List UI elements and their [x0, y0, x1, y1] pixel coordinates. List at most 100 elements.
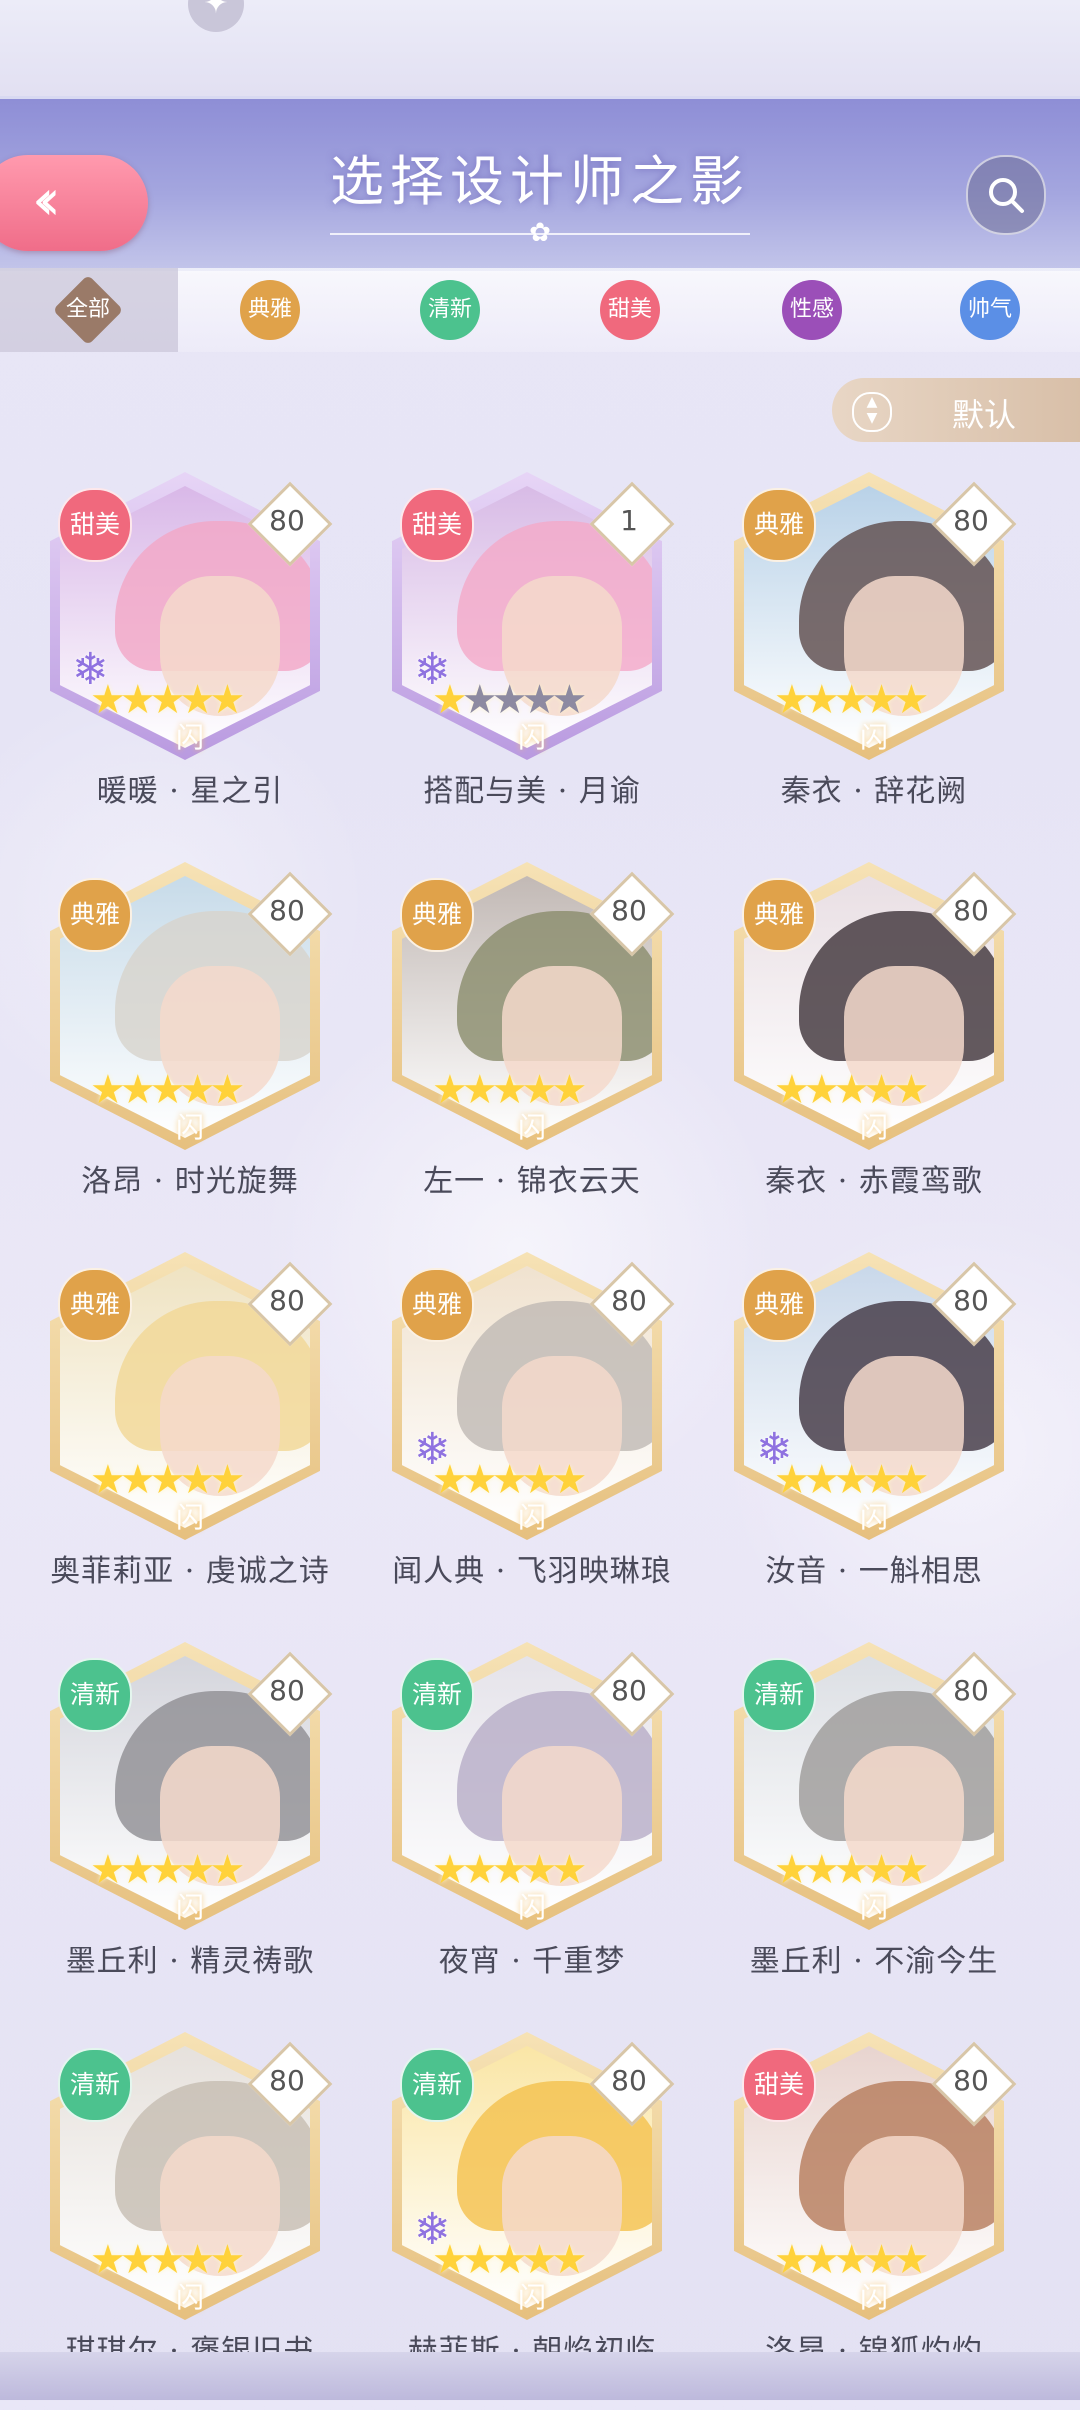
flash-mark: 闪: [859, 1501, 888, 1534]
star-icon: ★: [774, 1067, 810, 1113]
tab-label: 帅气: [967, 297, 1012, 322]
flash-mark: 闪: [175, 1111, 204, 1144]
star-rating: ★★★★★: [432, 1070, 672, 1110]
sort-button[interactable]: ▲ ▼ 默认: [832, 378, 1080, 442]
star-icon: ★: [119, 1067, 156, 1113]
style-badge: 典雅: [742, 1268, 816, 1342]
star-icon: ★: [119, 677, 156, 723]
flash-mark: 闪: [859, 2281, 888, 2314]
designer-card[interactable]: 典雅 80 ★★★★★ 闪奥菲莉亚 · 虔诚之诗: [20, 1240, 360, 1630]
filter-tabs: 全部 典雅 清新 甜美 性感 帅气: [0, 268, 1080, 352]
tab-label: 甜美: [607, 297, 652, 322]
bottom-bar: [0, 2352, 1080, 2400]
star-icon: ★: [461, 1847, 498, 1893]
star-rating: ★★★★★: [432, 2240, 672, 2280]
header: ‹‹ 选择设计师之影 ✿: [0, 96, 1080, 273]
level-badge: 80: [953, 2064, 989, 2097]
card-grid: 甜美 80 ❄ ★★★★★ 闪暖暖 · 星之引 甜美 1 ❄ ★★★★★ 闪搭配与美 · 月谕 典雅…: [0, 460, 1080, 2369]
star-icon: ★: [90, 2237, 126, 2283]
search-icon: [989, 178, 1024, 213]
tab-2[interactable]: 清新: [420, 280, 480, 340]
level-badge: 80: [269, 504, 305, 537]
star-rating: ★★★★★: [90, 2240, 330, 2280]
style-badge: 甜美: [742, 2048, 816, 2122]
card-name: 闻人典 · 飞羽映琳琅: [392, 1554, 672, 1589]
style-badge: 清新: [58, 1658, 132, 1732]
card-name: 搭配与美 · 月谕: [423, 774, 641, 809]
star-icon: ★: [119, 1847, 156, 1893]
designer-card[interactable]: 典雅 80 ★★★★★ 闪洛昂 · 时光旋舞: [20, 850, 360, 1240]
level-badge: 80: [611, 1674, 647, 1707]
puzzle-icon[interactable]: ✦: [188, 0, 244, 32]
sort-arrows-icon: ▲ ▼: [852, 392, 892, 432]
designer-card[interactable]: 典雅 80 ★★★★★ 闪左一 · 锦衣云天: [362, 850, 702, 1240]
card-name: 秦衣 · 赤霞鸾歌: [765, 1164, 983, 1199]
tab-label: 全部: [65, 297, 110, 322]
star-icon: ★: [119, 1457, 156, 1503]
star-icon: ★: [803, 1457, 840, 1503]
designer-card[interactable]: 甜美 1 ❄ ★★★★★ 闪搭配与美 · 月谕: [362, 460, 702, 850]
style-badge: 典雅: [58, 878, 132, 952]
star-icon: ★: [432, 677, 468, 723]
flash-mark: 闪: [859, 721, 888, 754]
star-rating: ★★★★★: [774, 2240, 1014, 2280]
tab-3[interactable]: 甜美: [600, 280, 660, 340]
tab-1[interactable]: 典雅: [240, 280, 300, 340]
designer-card[interactable]: 典雅 80 ★★★★★ 闪秦衣 · 赤霞鸾歌: [704, 850, 1044, 1240]
star-icon: ★: [803, 677, 840, 723]
designer-card[interactable]: 清新 80 ★★★★★ 闪夜宵 · 千重梦: [362, 1630, 702, 2020]
star-icon: ★: [432, 1067, 468, 1113]
tab-5[interactable]: 帅气: [960, 280, 1020, 340]
star-rating: ★★★★★: [774, 1850, 1014, 1890]
style-badge: 清新: [400, 2048, 474, 2122]
star-rating: ★★★★★: [90, 1070, 330, 1110]
card-name: 墨丘利 · 不渝今生: [749, 1944, 999, 1979]
designer-card[interactable]: 清新 80 ★★★★★ 闪墨丘利 · 精灵祷歌: [20, 1630, 360, 2020]
style-badge: 典雅: [58, 1268, 132, 1342]
level-badge: 80: [611, 1284, 647, 1317]
card-name: 暖暖 · 星之引: [96, 774, 284, 809]
star-rating: ★★★★★: [432, 1460, 672, 1500]
level-badge: 80: [953, 1284, 989, 1317]
style-badge: 典雅: [400, 1268, 474, 1342]
card-name: 汝音 · 一斛相思: [765, 1554, 983, 1589]
tab-label: 清新: [427, 297, 472, 322]
designer-card[interactable]: 典雅 80 ❄ ★★★★★ 闪闻人典 · 飞羽映琳琅: [362, 1240, 702, 1630]
sort-label: 默认: [952, 396, 1017, 434]
tab-0[interactable]: 全部: [52, 274, 124, 346]
card-name: 墨丘利 · 精灵祷歌: [65, 1944, 315, 1979]
star-icon: ★: [90, 1067, 126, 1113]
star-rating: ★★★★★: [90, 1460, 330, 1500]
designer-card[interactable]: 典雅 80 ★★★★★ 闪秦衣 · 辞花阙: [704, 460, 1044, 850]
star-icon: ★: [774, 1457, 810, 1503]
star-icon: ★: [461, 1457, 498, 1503]
style-badge: 典雅: [400, 878, 474, 952]
star-icon: ★: [432, 1457, 468, 1503]
star-icon: ★: [461, 1067, 498, 1113]
star-rating: ★★★★★: [90, 1850, 330, 1890]
style-badge: 清新: [742, 1658, 816, 1732]
top-strip: ✦: [0, 0, 1080, 96]
level-badge: 80: [269, 2064, 305, 2097]
level-badge: 80: [953, 894, 989, 927]
style-badge: 清新: [58, 2048, 132, 2122]
level-badge: 80: [269, 1674, 305, 1707]
star-icon: ★: [90, 1847, 126, 1893]
star-rating: ★★★★★: [432, 680, 672, 720]
star-icon: ★: [774, 1847, 810, 1893]
flash-mark: 闪: [517, 1891, 546, 1924]
designer-card[interactable]: 甜美 80 ❄ ★★★★★ 闪暖暖 · 星之引: [20, 460, 360, 850]
tab-label: 性感: [789, 297, 834, 322]
designer-card[interactable]: 清新 80 ★★★★★ 闪墨丘利 · 不渝今生: [704, 1630, 1044, 2020]
style-badge: 甜美: [400, 488, 474, 562]
flash-mark: 闪: [175, 721, 204, 754]
card-name: 洛昂 · 时光旋舞: [81, 1164, 299, 1199]
tab-4[interactable]: 性感: [782, 280, 842, 340]
star-icon: ★: [774, 2237, 810, 2283]
designer-card[interactable]: 典雅 80 ❄ ★★★★★ 闪汝音 · 一斛相思: [704, 1240, 1044, 1630]
flash-mark: 闪: [517, 1111, 546, 1144]
star-icon: ★: [90, 1457, 126, 1503]
flash-mark: 闪: [859, 1111, 888, 1144]
flower-icon: ✿: [529, 218, 551, 248]
search-button[interactable]: [966, 155, 1046, 235]
